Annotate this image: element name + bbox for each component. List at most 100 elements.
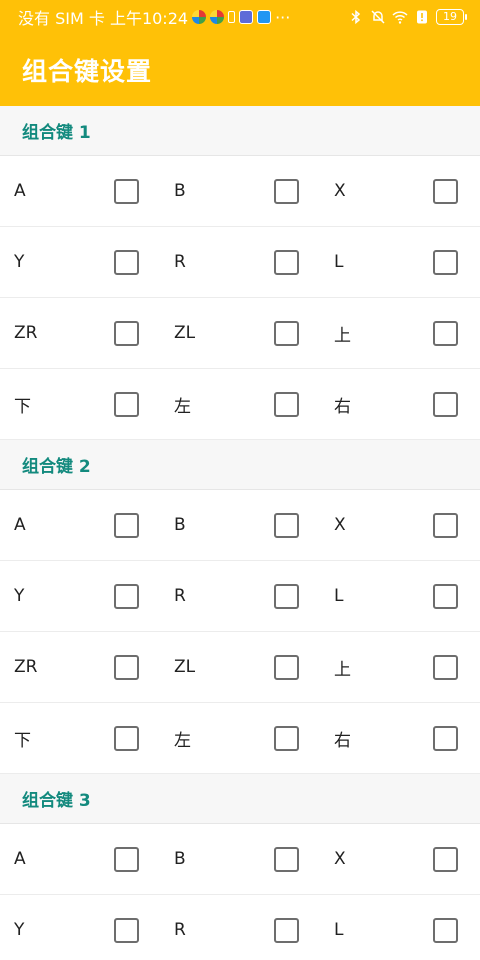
- button-label: A: [14, 849, 26, 869]
- button-checkbox[interactable]: [274, 846, 299, 872]
- button-label: 左: [174, 396, 191, 417]
- button-checkbox[interactable]: [274, 512, 299, 538]
- button-label: 下: [14, 730, 31, 751]
- battery-saver-icon: [228, 11, 236, 23]
- button-checkbox[interactable]: [433, 249, 458, 275]
- button-checkbox[interactable]: [433, 917, 458, 943]
- button-row: 下左右: [0, 369, 480, 440]
- button-checkbox[interactable]: [274, 391, 299, 417]
- button-option[interactable]: 下: [0, 703, 160, 773]
- button-checkbox[interactable]: [433, 178, 458, 204]
- app-root: 没有 SIM 卡 上午10:24 ··· 19 组合键设置 组合键 1 A B …: [0, 0, 480, 960]
- button-checkbox[interactable]: [433, 512, 458, 538]
- button-checkbox[interactable]: [433, 583, 458, 609]
- button-option[interactable]: ZR: [0, 298, 160, 368]
- mute-bell-icon: [371, 10, 385, 24]
- button-label: ZR: [14, 323, 38, 343]
- button-checkbox[interactable]: [274, 178, 299, 204]
- button-label: B: [174, 515, 186, 535]
- alert-icon: [417, 10, 427, 24]
- button-option[interactable]: Y: [0, 895, 160, 960]
- button-row: 下左右: [0, 703, 480, 774]
- button-row: AB X: [0, 156, 480, 227]
- button-option[interactable]: B: [160, 824, 320, 894]
- button-option[interactable]: 上: [320, 298, 480, 368]
- button-option[interactable]: A: [0, 824, 160, 894]
- button-row: A BX: [0, 824, 480, 895]
- button-row: AB X: [0, 490, 480, 561]
- app-bar: 没有 SIM 卡 上午10:24 ··· 19 组合键设置: [0, 0, 480, 106]
- button-option[interactable]: X: [320, 824, 480, 894]
- button-option[interactable]: 右: [320, 703, 480, 773]
- button-label: ZR: [14, 657, 38, 677]
- button-checkbox[interactable]: [114, 391, 139, 417]
- button-checkbox[interactable]: [114, 512, 139, 538]
- button-option[interactable]: B: [160, 156, 320, 226]
- button-checkbox[interactable]: [114, 846, 139, 872]
- battery-icon: 19: [436, 9, 467, 25]
- button-option[interactable]: X: [320, 490, 480, 560]
- button-checkbox[interactable]: [274, 249, 299, 275]
- button-checkbox[interactable]: [274, 917, 299, 943]
- button-option[interactable]: 左: [160, 369, 320, 439]
- button-label: L: [334, 586, 344, 606]
- group-header: 组合键 1: [0, 106, 480, 156]
- button-label: B: [174, 181, 186, 201]
- page-title: 组合键设置: [22, 57, 153, 86]
- button-checkbox[interactable]: [274, 725, 299, 751]
- button-checkbox[interactable]: [114, 725, 139, 751]
- bluetooth-icon: [351, 9, 361, 25]
- button-checkbox[interactable]: [433, 846, 458, 872]
- button-option[interactable]: ZR: [0, 632, 160, 702]
- button-row: ZR ZL 上: [0, 632, 480, 703]
- button-row: YR L: [0, 561, 480, 632]
- button-checkbox[interactable]: [433, 391, 458, 417]
- button-option[interactable]: B: [160, 490, 320, 560]
- button-option[interactable]: L: [320, 227, 480, 297]
- button-option[interactable]: L: [320, 895, 480, 960]
- button-checkbox[interactable]: [114, 178, 139, 204]
- button-checkbox[interactable]: [114, 583, 139, 609]
- button-label: R: [174, 252, 186, 272]
- button-option[interactable]: Y: [0, 561, 160, 631]
- button-row: YR L: [0, 227, 480, 298]
- button-checkbox[interactable]: [274, 583, 299, 609]
- button-option[interactable]: 下: [0, 369, 160, 439]
- button-option[interactable]: A: [0, 490, 160, 560]
- button-checkbox[interactable]: [433, 320, 458, 346]
- button-option[interactable]: 右: [320, 369, 480, 439]
- button-checkbox[interactable]: [114, 320, 139, 346]
- button-checkbox[interactable]: [433, 654, 458, 680]
- button-option[interactable]: A: [0, 156, 160, 226]
- button-option[interactable]: X: [320, 156, 480, 226]
- button-label: R: [174, 586, 186, 606]
- button-checkbox[interactable]: [433, 725, 458, 751]
- button-option[interactable]: 左: [160, 703, 320, 773]
- button-option[interactable]: Y: [0, 227, 160, 297]
- button-label: L: [334, 252, 344, 272]
- button-label: 左: [174, 730, 191, 751]
- button-label: R: [174, 920, 186, 940]
- button-checkbox[interactable]: [274, 320, 299, 346]
- button-checkbox[interactable]: [114, 917, 139, 943]
- button-option[interactable]: L: [320, 561, 480, 631]
- button-label: L: [334, 920, 344, 940]
- button-option[interactable]: R: [160, 561, 320, 631]
- button-option[interactable]: R: [160, 227, 320, 297]
- status-text: 没有 SIM 卡 上午10:24: [18, 9, 189, 28]
- button-label: 下: [14, 396, 31, 417]
- button-checkbox[interactable]: [114, 654, 139, 680]
- app-notification-icon: [210, 10, 225, 24]
- button-option[interactable]: R: [160, 895, 320, 960]
- button-option[interactable]: ZL: [160, 298, 320, 368]
- button-label: Y: [14, 920, 25, 940]
- button-row: YRL: [0, 895, 480, 960]
- button-option[interactable]: 上: [320, 632, 480, 702]
- button-label: ZL: [174, 657, 196, 677]
- button-label: ZL: [174, 323, 196, 343]
- status-left: 没有 SIM 卡 上午10:24 ···: [18, 5, 290, 29]
- button-option[interactable]: ZL: [160, 632, 320, 702]
- button-checkbox[interactable]: [274, 654, 299, 680]
- button-label: X: [334, 515, 346, 535]
- button-checkbox[interactable]: [114, 249, 139, 275]
